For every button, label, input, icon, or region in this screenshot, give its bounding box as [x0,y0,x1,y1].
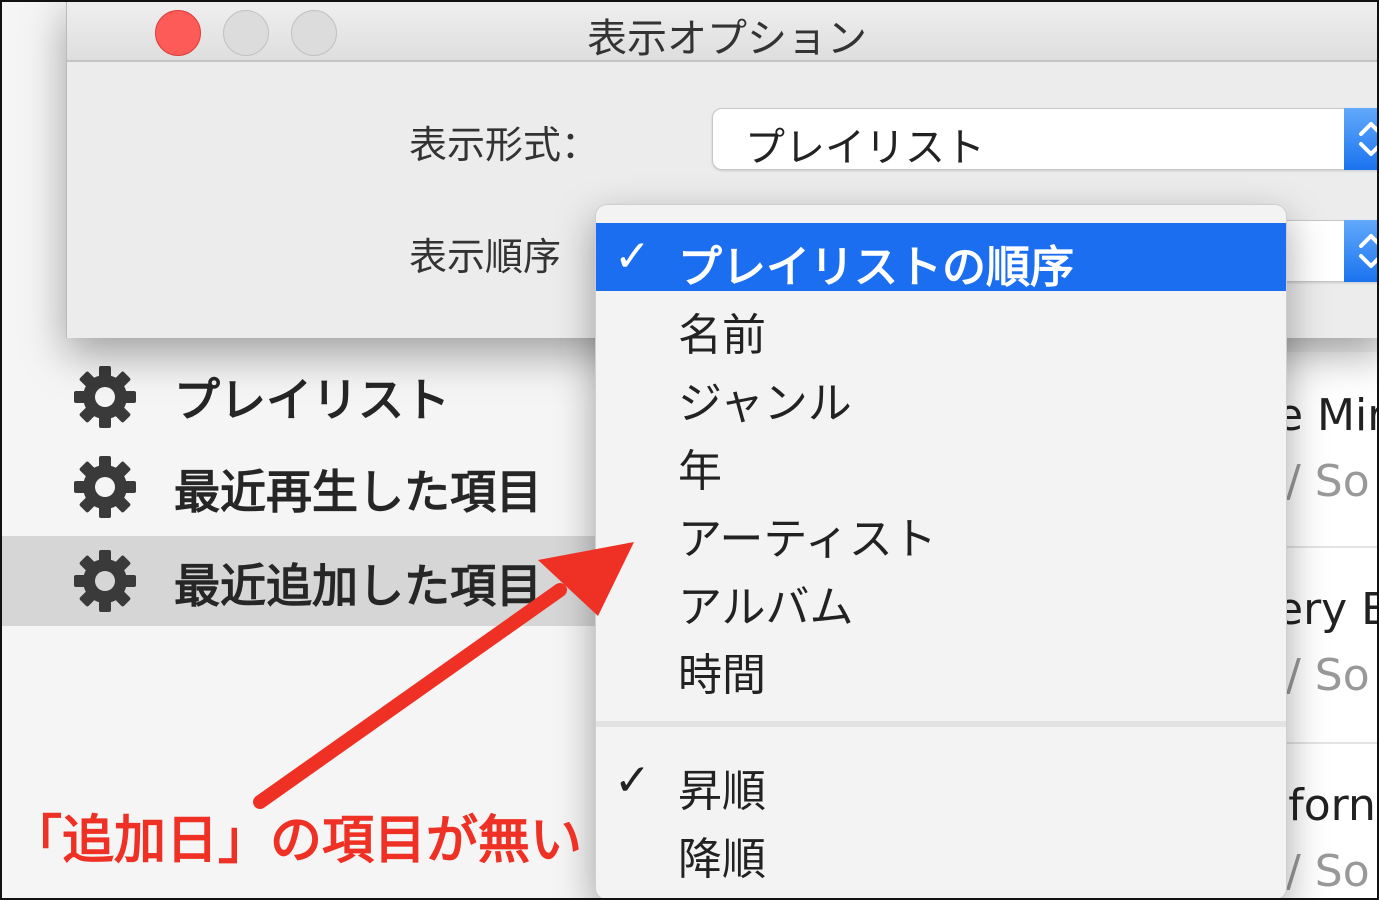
annotation-arrow-icon [253,542,634,809]
screen-frame: プレイリスト 最近再生した項目 最近追加した項目 e Mi / So ery /… [0,0,1379,900]
annotation-text: 「追加日」の項目が無い [10,811,583,871]
